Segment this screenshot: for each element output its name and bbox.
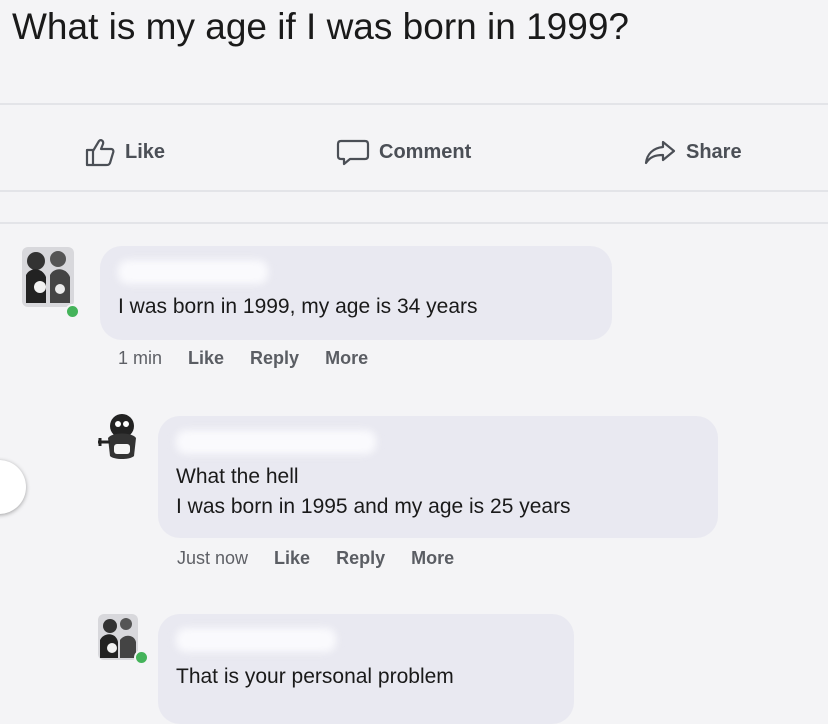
comment-time: 1 min xyxy=(118,348,163,368)
comment-text-line: What the hell xyxy=(176,465,299,488)
comment-bubble: That is your personal problem xyxy=(158,614,574,724)
online-status-dot xyxy=(65,304,80,319)
commenter-name-redacted xyxy=(118,260,268,284)
comment-label: Comment xyxy=(379,140,472,163)
divider xyxy=(0,222,828,224)
comment-like-link[interactable]: Like xyxy=(188,348,224,369)
post-question: What is my age if I was born in 1999? xyxy=(12,6,629,47)
commenter-name-redacted xyxy=(176,430,376,454)
comment-more-link[interactable]: More xyxy=(411,548,454,569)
comment-text: That is your personal problem xyxy=(176,665,454,688)
comment-like-link[interactable]: Like xyxy=(274,548,310,569)
comment-text: I was born in 1999, my age is 34 years xyxy=(118,295,478,318)
comment-time: Just now xyxy=(177,548,249,568)
like-label: Like xyxy=(125,140,166,163)
share-arrow-icon xyxy=(643,137,677,167)
online-status-dot xyxy=(134,650,149,665)
share-button[interactable]: Share xyxy=(643,122,742,182)
comment-meta: 1 min Like Reply More xyxy=(118,348,368,369)
comment-text-line: I was born in 1995 and my age is 25 year… xyxy=(176,495,571,518)
avatar[interactable] xyxy=(20,245,76,314)
comment-reply-link[interactable]: Reply xyxy=(336,548,385,569)
post-action-bar: Like Comment Share xyxy=(0,122,828,182)
comment-more-link[interactable]: More xyxy=(325,348,368,369)
commenter-name-redacted xyxy=(176,628,336,652)
avatar[interactable] xyxy=(96,408,144,469)
share-label: Share xyxy=(686,140,742,163)
like-button[interactable]: Like xyxy=(84,122,165,182)
thumbs-up-icon xyxy=(84,137,116,167)
speech-bubble-icon xyxy=(336,137,370,167)
comment-meta: Just now Like Reply More xyxy=(177,548,454,569)
floating-circle-button[interactable] xyxy=(0,460,26,514)
comment-button[interactable]: Comment xyxy=(336,122,471,182)
comment-bubble: What the hell I was born in 1995 and my … xyxy=(158,416,718,538)
divider xyxy=(0,103,828,105)
comment-bubble: I was born in 1999, my age is 34 years xyxy=(100,246,612,340)
comment-reply-link[interactable]: Reply xyxy=(250,348,299,369)
divider xyxy=(0,190,828,192)
